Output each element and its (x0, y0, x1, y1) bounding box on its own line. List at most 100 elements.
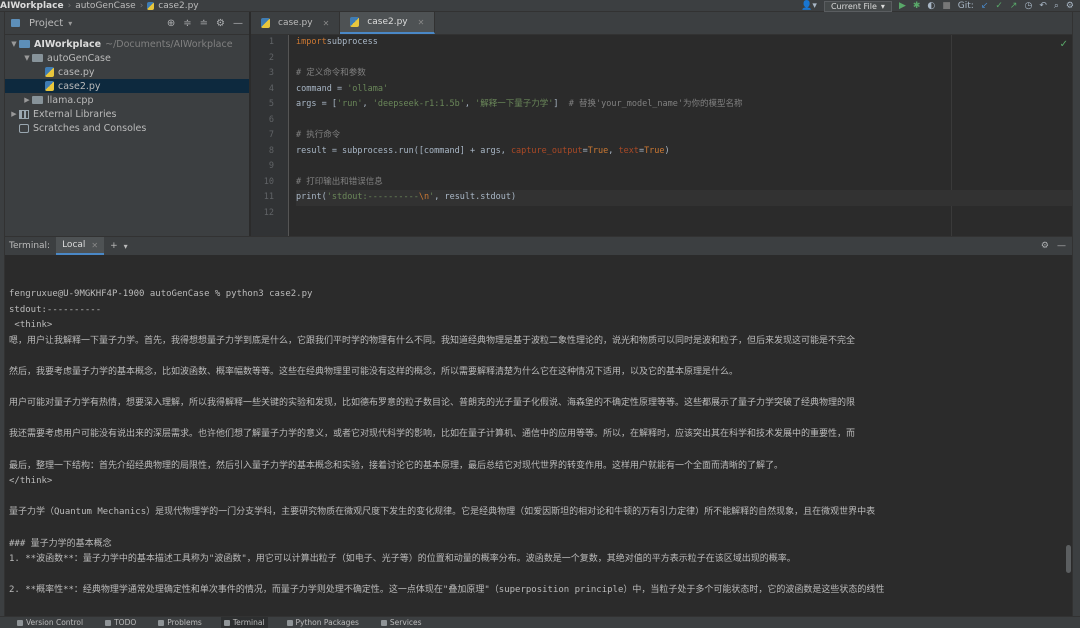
navigation-bar: AIWorkplace › autoGenCase › case2.py 👤▾ … (0, 0, 1080, 12)
tool-window-button[interactable]: Python Packages (284, 617, 362, 628)
inspection-ok-icon[interactable]: ✓ (1060, 39, 1068, 50)
close-icon[interactable]: ✕ (323, 19, 330, 28)
code-line[interactable] (296, 113, 1072, 129)
line-number[interactable]: 7 (251, 128, 288, 144)
tool-window-label: Version Control (26, 618, 84, 627)
code-area[interactable]: 1 2 3 4 5 6 7 8 9 10 11 12 importsubprocess # 定义命令和参… (251, 35, 1072, 236)
line-number[interactable]: 8 (251, 144, 288, 160)
tree-item-label: AIWorkplace (34, 38, 102, 50)
expand-arrow-icon[interactable]: ▼ (9, 40, 19, 48)
breadcrumb-file[interactable]: case2.py (158, 1, 198, 11)
tree-item[interactable]: ▼ AIWorkplace ~/Documents/AIWorkplace (5, 37, 249, 51)
editor-tab[interactable]: case2.py ✕ (340, 12, 436, 34)
tool-window-icon (223, 619, 230, 626)
code-line[interactable]: # 执行命令 (296, 128, 1072, 144)
terminal-scrollbar[interactable] (1066, 545, 1071, 573)
collapse-arrow-icon[interactable]: ▶ (22, 96, 32, 104)
tree-item[interactable]: ▶ External Libraries (5, 107, 249, 121)
debug-icon[interactable]: ✱ (913, 0, 921, 12)
chevron-down-icon[interactable]: ▾ (124, 242, 128, 251)
expand-arrow-icon[interactable]: ▼ (22, 54, 32, 62)
line-number[interactable]: 6 (251, 113, 288, 129)
code-line[interactable]: args = ['run', 'deepseek-r1:1.5b', '解释一下… (296, 97, 1072, 113)
tool-window-label: Python Packages (295, 618, 359, 627)
tool-window-button[interactable]: Version Control (14, 617, 86, 628)
right-tool-strip (1072, 12, 1080, 616)
line-number[interactable]: 2 (251, 51, 288, 67)
python-file-icon (45, 81, 54, 91)
line-number[interactable]: 11 (251, 190, 288, 206)
tree-item-label: case2.py (58, 80, 101, 92)
history-icon[interactable]: ◷ (1024, 0, 1032, 12)
git-push-icon[interactable]: ↗ (1010, 0, 1018, 12)
coverage-icon[interactable]: ◐ (927, 0, 935, 12)
search-icon[interactable]: ⌕ (1054, 0, 1059, 12)
editor-tab-label: case.py (278, 18, 313, 28)
collapse-arrow-icon[interactable]: ▶ (9, 110, 19, 118)
line-number[interactable]: 1 (251, 35, 288, 51)
locate-icon[interactable]: ⊕ (167, 18, 175, 29)
project-panel-title[interactable]: Project (29, 18, 63, 29)
code-line[interactable] (296, 51, 1072, 67)
code-line[interactable]: print('stdout:----------\n', result.stdo… (296, 190, 1072, 206)
python-file-icon (147, 1, 155, 10)
breadcrumb-folder[interactable]: autoGenCase (75, 1, 136, 11)
python-file-icon (350, 17, 360, 27)
add-terminal-icon[interactable]: + (110, 241, 118, 251)
tree-item-label: Scratches and Consoles (33, 122, 147, 134)
editor-tab[interactable]: case.py ✕ (251, 12, 341, 34)
chevron-down-icon[interactable]: ▾ (68, 19, 72, 28)
breadcrumb-project[interactable]: AIWorkplace (0, 1, 64, 11)
line-number[interactable]: 12 (251, 206, 288, 222)
hide-icon[interactable]: — (233, 18, 243, 29)
line-number[interactable]: 9 (251, 159, 288, 175)
rollback-icon[interactable]: ↶ (1039, 0, 1047, 12)
tree-item[interactable]: case2.py (5, 79, 249, 93)
run-icon[interactable]: ▶ (899, 0, 906, 12)
code-token: args = [ (296, 99, 337, 109)
terminal-output[interactable]: fengruxue@U-9MGKHF4P-1900 autoGenCase % … (5, 255, 1072, 599)
breadcrumb-separator-icon: › (139, 0, 144, 11)
tool-window-button[interactable]: Problems (155, 617, 205, 628)
terminal-line: 量子力学（Quantum Mechanics）是现代物理学的一门分支学科，主要研… (9, 507, 876, 518)
tool-window-button[interactable]: Services (378, 617, 425, 628)
settings-icon[interactable]: ⚙ (1066, 0, 1074, 12)
code-line[interactable]: importsubprocess (296, 35, 1072, 51)
line-number[interactable]: 4 (251, 82, 288, 98)
tool-window-button[interactable]: Terminal (220, 616, 268, 628)
close-icon[interactable]: ✕ (91, 241, 98, 250)
gear-icon[interactable]: ⚙ (1041, 241, 1049, 251)
line-number[interactable]: 5 (251, 97, 288, 113)
line-number[interactable]: 3 (251, 66, 288, 82)
git-update-icon[interactable]: ↙ (981, 0, 989, 12)
tool-window-button[interactable]: TODO (102, 617, 139, 628)
tool-window-icon (17, 619, 23, 626)
code-line[interactable]: # 定义命令和参数 (296, 66, 1072, 82)
tree-item[interactable]: case.py (5, 65, 249, 79)
stop-icon[interactable]: ■ (942, 0, 951, 12)
code-line[interactable]: # 打印输出和错误信息 (296, 175, 1072, 191)
code-line[interactable] (296, 159, 1072, 175)
code-token: # 替换'your_model_name'为你的模型名称 (568, 99, 743, 109)
code-line[interactable] (296, 206, 1072, 222)
collapse-all-icon[interactable]: ≐ (200, 18, 208, 29)
user-icon[interactable]: 👤▾ (801, 0, 817, 12)
expand-all-icon[interactable]: ≑ (183, 18, 191, 29)
line-number[interactable]: 10 (251, 175, 288, 191)
tree-item[interactable]: ▶ llama.cpp (5, 93, 249, 107)
gear-icon[interactable]: ⚙ (216, 18, 225, 29)
close-icon[interactable]: ✕ (418, 18, 425, 27)
code-lines[interactable]: importsubprocess # 定义命令和参数 command = 'olla… (296, 35, 1072, 221)
run-config-select[interactable]: Current File ▾ (823, 0, 892, 12)
code-line[interactable]: result = subprocess.run([command] + args… (296, 144, 1072, 160)
run-config-label: Current File (830, 1, 877, 11)
code-line[interactable]: command = 'ollama' (296, 82, 1072, 98)
tree-item[interactable]: Scratches and Consoles (5, 121, 249, 135)
terminal-tab-local[interactable]: Local ✕ (56, 237, 105, 255)
project-icon (11, 19, 20, 27)
tree-item[interactable]: ▼ autoGenCase (5, 51, 249, 65)
hide-icon[interactable]: — (1057, 241, 1066, 251)
git-commit-icon[interactable]: ✓ (995, 0, 1003, 12)
